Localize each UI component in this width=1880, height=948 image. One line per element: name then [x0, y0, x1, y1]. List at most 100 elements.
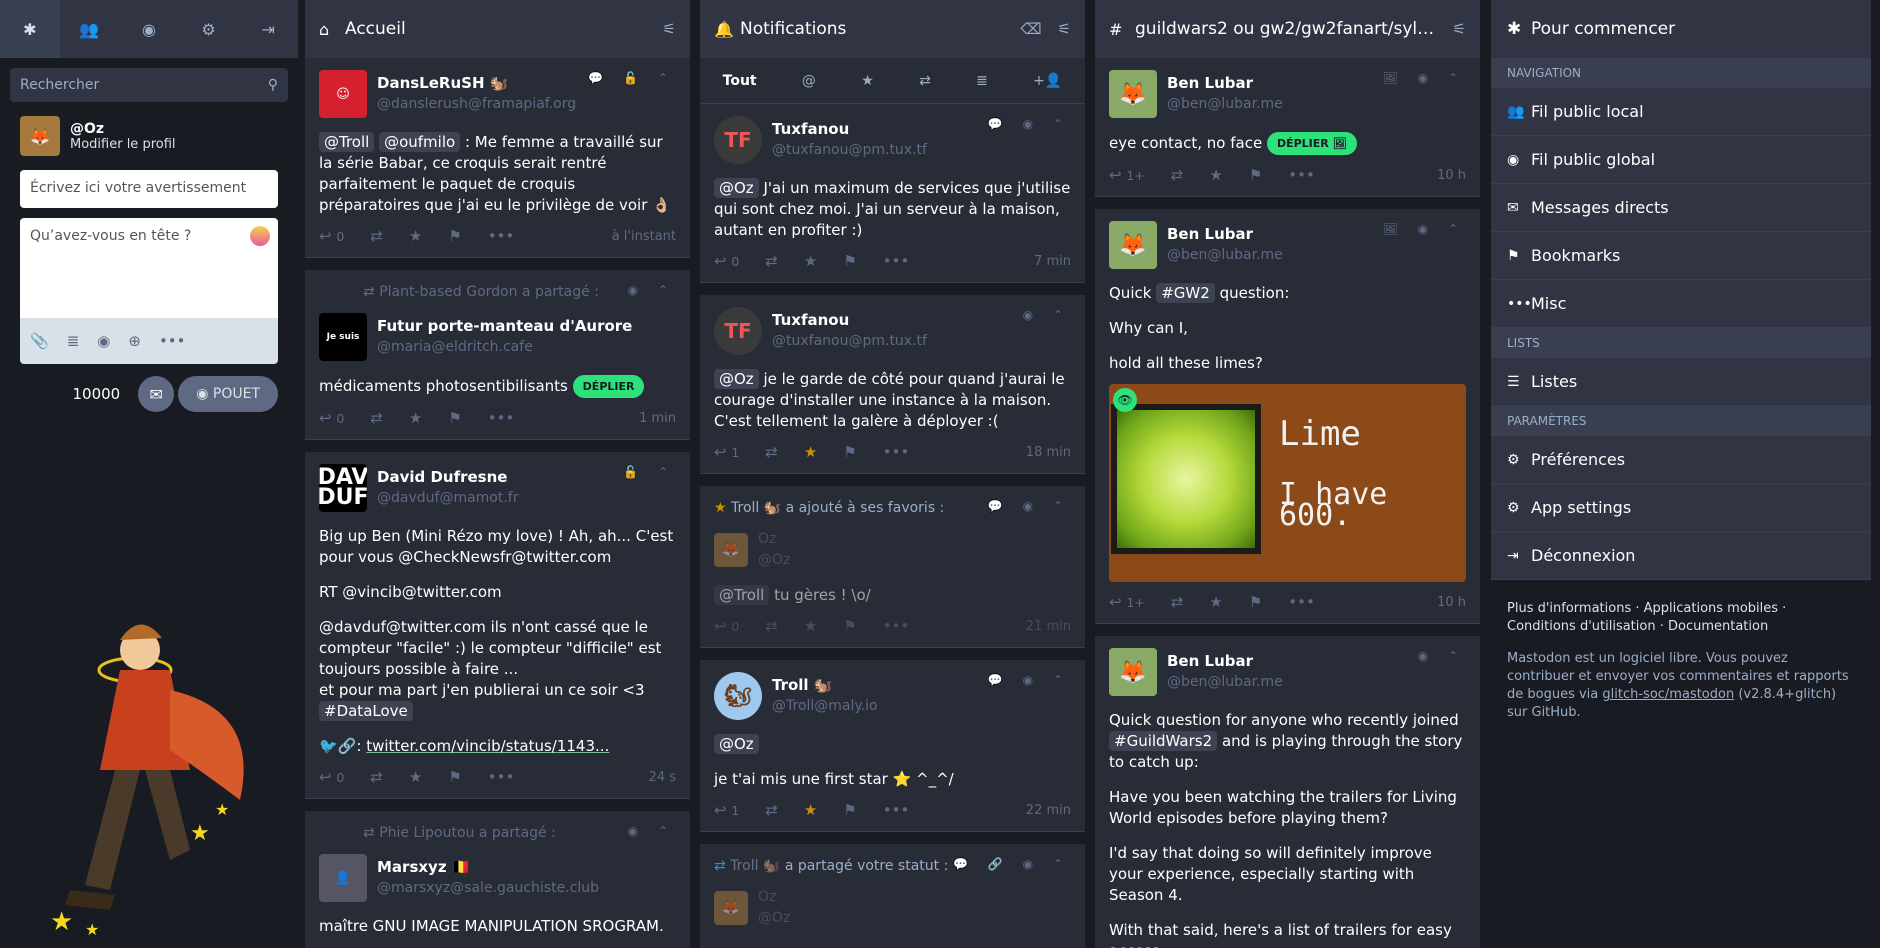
side-submit-button[interactable]: ✉ [138, 376, 175, 412]
favourite-icon[interactable]: ★ [804, 442, 817, 463]
reply-icon[interactable]: ↩ 0 [319, 408, 344, 429]
status[interactable]: 🔓 ⌃ DAV DUF David Dufresne @davduf@mamot.… [305, 452, 690, 799]
account-handle[interactable]: @maria@eldritch.cafe [377, 337, 632, 358]
reply-icon[interactable]: ↩ 1 [714, 800, 739, 821]
status[interactable]: 💬 🔓 ⌃ ☺ DansLeRuSH 🐿️ @danslerush@framap… [305, 58, 690, 258]
notification-item[interactable]: 💬 🔗 ◉ ⌃ ⇄ Troll 🐿️ a partagé votre statu… [700, 844, 1085, 948]
avatar[interactable]: ☺ [319, 70, 367, 118]
account-handle[interactable]: @marsxyz@sale.gauchiste.club [377, 878, 599, 899]
column-header[interactable]: ⌂ Accueil ⚟ [305, 0, 690, 58]
tab-follows[interactable]: +👤 [1033, 73, 1062, 89]
display-name[interactable]: Oz [758, 529, 790, 550]
mention[interactable]: @Troll [319, 132, 375, 152]
boost-icon[interactable]: ⇄ [370, 408, 383, 429]
account-handle[interactable]: @tuxfanou@pm.tux.tf [772, 331, 927, 352]
bookmark-icon[interactable]: ⚑ [448, 408, 461, 429]
boost-icon[interactable]: ⇄ [765, 616, 778, 637]
tab-mentions[interactable]: @ [802, 73, 816, 89]
status-link[interactable]: twitter.com/vincib/status/1143... [366, 737, 609, 755]
avatar[interactable]: TF [714, 307, 762, 355]
favourite-icon[interactable]: ★ [1209, 592, 1222, 613]
content-warning-input[interactable]: Écrivez ici votre avertissement [20, 170, 278, 208]
more-icon[interactable]: ••• [883, 442, 910, 463]
bookmark-icon[interactable]: ⚑ [843, 616, 856, 637]
timestamp[interactable]: 10 h [1437, 592, 1466, 613]
prepend-user[interactable]: Troll 🐿️ [730, 858, 780, 874]
mention[interactable]: @Oz [714, 369, 759, 389]
nav-bookmarks[interactable]: ⚑ Bookmarks [1491, 232, 1871, 280]
attach-icon[interactable]: 📎 [30, 332, 49, 350]
display-name[interactable]: David Dufresne [377, 467, 518, 488]
column-settings-icon[interactable]: ⚟ [1453, 20, 1466, 38]
favourite-icon[interactable]: ★ [804, 251, 817, 272]
bookmark-icon[interactable]: ⚑ [448, 767, 461, 788]
account-handle[interactable]: @ben@lubar.me [1167, 672, 1283, 693]
favourite-icon[interactable]: ★ [409, 408, 422, 429]
display-name[interactable]: Futur porte-manteau d'Aurore [377, 316, 632, 337]
tab-boosts[interactable]: ⇄ [919, 73, 931, 89]
poll-icon[interactable]: ≣ [67, 332, 80, 350]
show-more-button[interactable]: DÉPLIER 🖼 [1266, 132, 1357, 155]
reply-icon[interactable]: ↩ 0 [714, 251, 739, 272]
mention[interactable]: @Oz [714, 734, 759, 754]
bookmark-icon[interactable]: ⚑ [843, 800, 856, 821]
avatar[interactable]: 🦊 [1109, 70, 1157, 118]
edit-profile-link[interactable]: Modifier le profil [70, 137, 176, 152]
nav-local-timeline[interactable]: 👥 Fil public local [1491, 88, 1871, 136]
status[interactable]: 🖼 ◉ ⌃ 🦊 Ben Lubar @ben@lubar.me Quick #G… [1095, 209, 1480, 624]
nav-app-settings[interactable]: ⚙ App settings [1491, 484, 1871, 532]
account-handle[interactable]: @danslerush@framapiaf.org [377, 94, 576, 115]
more-icon[interactable]: ••• [488, 226, 515, 247]
column-header[interactable]: # guildwars2 ou gw2/gw2fanart/sylvari/s.… [1095, 0, 1480, 58]
clear-notifications-icon[interactable]: ⌫ [1020, 20, 1041, 38]
timestamp[interactable]: 22 min [1026, 800, 1071, 821]
column-header[interactable]: 🔔 Notifications ⌫ ⚟ [700, 0, 1085, 58]
emoji-picker-icon[interactable] [250, 226, 270, 246]
bookmark-icon[interactable]: ⚑ [843, 251, 856, 272]
boost-icon[interactable]: ⇄ [1171, 592, 1184, 613]
mention[interactable]: @Troll [714, 585, 770, 605]
avatar[interactable]: 🦊 [1109, 221, 1157, 269]
more-icon[interactable]: ••• [488, 408, 515, 429]
hashtag[interactable]: #GW2 [1156, 283, 1215, 303]
notification-item[interactable]: ◉ ⌃ TF Tuxfanou @tuxfanou@pm.tux.tf @Oz … [700, 295, 1085, 474]
hashtag[interactable]: #DataLove [319, 701, 413, 721]
reply-icon[interactable]: ↩ 0 [714, 616, 739, 637]
nav-federated-timeline[interactable]: ◉ Fil public global [1491, 136, 1871, 184]
profile-acct[interactable]: @Oz [70, 121, 176, 137]
favourite-icon[interactable]: ★ [804, 616, 817, 637]
more-icon[interactable]: ••• [883, 616, 910, 637]
footer-links[interactable]: Plus d'informations · Applications mobil… [1507, 600, 1855, 636]
favourite-icon[interactable]: ★ [1209, 165, 1222, 186]
repo-link[interactable]: glitch-soc/mastodon [1602, 687, 1734, 702]
favourite-icon[interactable]: ★ [409, 226, 422, 247]
boost-icon[interactable]: ⇄ [1171, 165, 1184, 186]
favourite-icon[interactable]: ★ [409, 767, 422, 788]
display-name[interactable]: Marsxyz 🇧🇪 [377, 857, 599, 878]
avatar[interactable]: 🦊 [20, 116, 60, 156]
account-handle[interactable]: @davduf@mamot.fr [377, 488, 518, 509]
account-handle[interactable]: @ben@lubar.me [1167, 245, 1283, 266]
bookmark-icon[interactable]: ⚑ [448, 226, 461, 247]
show-more-button[interactable]: DÉPLIER [572, 375, 645, 398]
more-icon[interactable]: ••• [488, 767, 515, 788]
compose-textarea[interactable]: Qu’avez-vous en tête ? [20, 218, 278, 318]
hide-media-icon[interactable]: 👁 [1113, 388, 1137, 412]
reply-icon[interactable]: ↩ 1 [714, 442, 739, 463]
avatar[interactable]: DAV DUF [319, 464, 367, 512]
timestamp[interactable]: 21 min [1026, 616, 1071, 637]
notification-item[interactable]: 💬 ◉ ⌃ ★ Troll 🐿️ a ajouté à ses favoris … [700, 486, 1085, 648]
mention[interactable]: @oufmilo [379, 132, 461, 152]
account-handle[interactable]: @Oz [758, 908, 790, 929]
boost-icon[interactable]: ⇄ [765, 442, 778, 463]
timestamp[interactable]: 1 min [639, 408, 676, 429]
media-attachment[interactable]: 👁 Lime I have 600. [1109, 384, 1466, 582]
status[interactable]: ◉ ⌃ ⇄ Plant-based Gordon a partagé : Je … [305, 270, 690, 440]
timestamp[interactable]: 7 min [1034, 251, 1071, 272]
status[interactable]: ◉ ⌃ 🦊 Ben Lubar @ben@lubar.me Quick ques… [1095, 636, 1480, 948]
status[interactable]: 🖼 ◉ ⌃ 🦊 Ben Lubar @ben@lubar.me eye cont… [1095, 58, 1480, 197]
more-icon[interactable]: ••• [883, 800, 910, 821]
nav-direct-messages[interactable]: ✉ Messages directs [1491, 184, 1871, 232]
boost-icon[interactable]: ⇄ [765, 251, 778, 272]
nav-misc[interactable]: ••• Misc [1491, 280, 1871, 328]
